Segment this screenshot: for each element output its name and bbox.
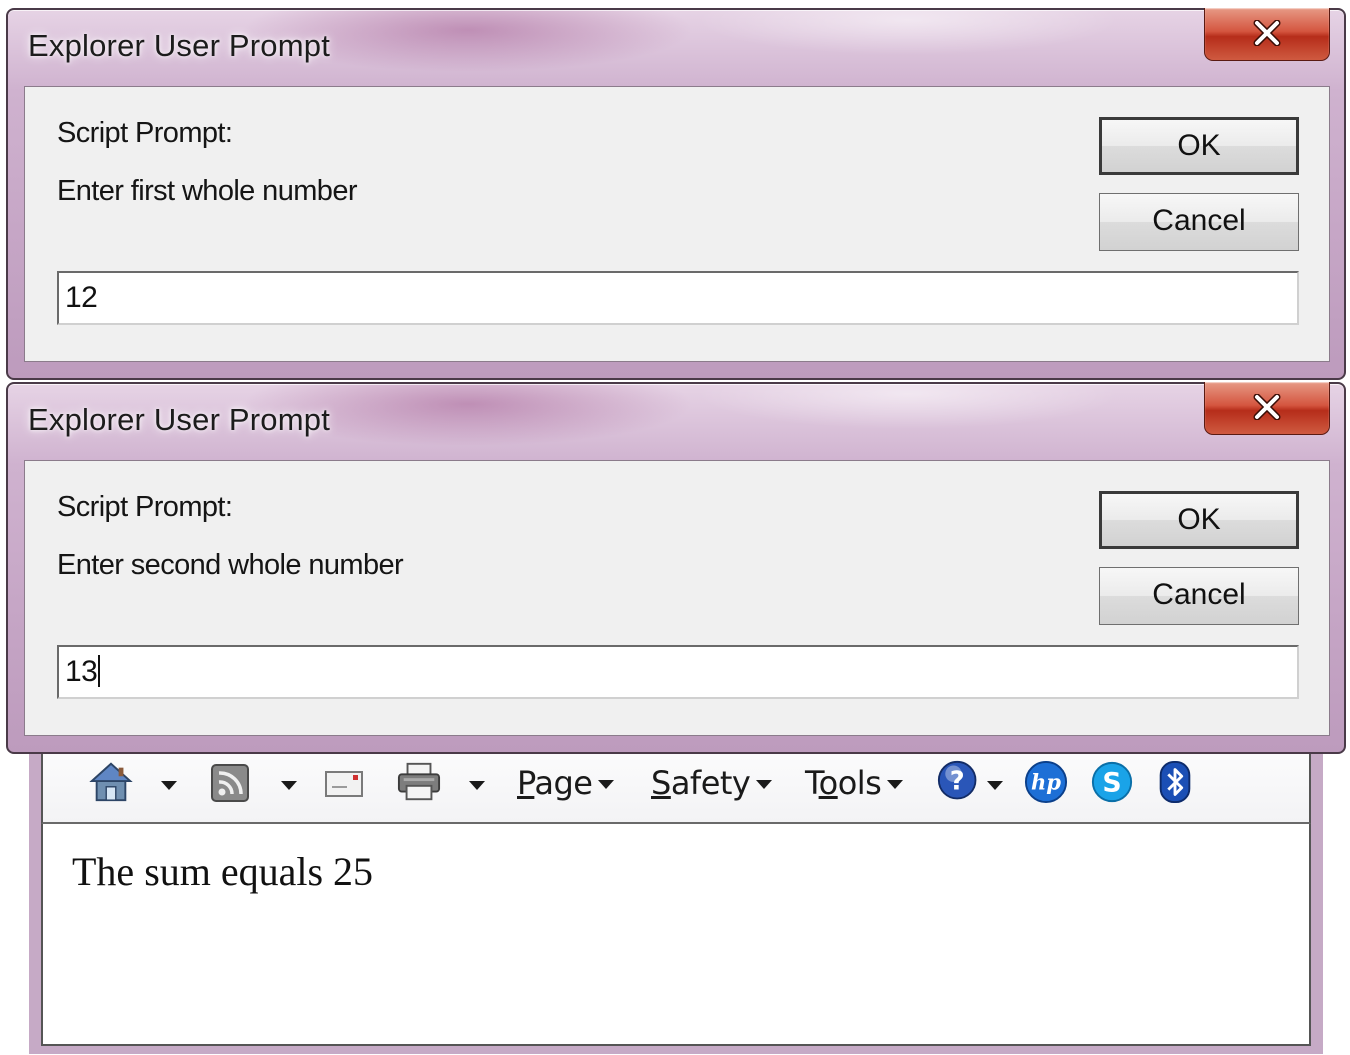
page-content: The sum equals 25 [41,824,1311,1046]
safety-menu[interactable]: Safety [651,764,773,802]
prompt-input[interactable]: 13 [57,645,1299,699]
prompt-message: Enter second whole number [57,549,404,581]
ok-button[interactable]: OK [1099,491,1299,549]
dialog-title: Explorer User Prompt [28,402,331,437]
prompt-input-value: 12 [65,281,98,314]
svg-text:S: S [1102,768,1121,799]
close-button[interactable] [1204,8,1330,61]
tools-menu-label-start: T [805,764,819,802]
page-menu[interactable]: Page [517,764,615,802]
chevron-down-icon [598,780,615,789]
print-icon[interactable] [395,760,443,804]
hp-icon[interactable]: hp [1023,760,1069,804]
help-icon[interactable]: ? [935,760,983,804]
browser-window: Page Safety Tools ? hp S The sum equals … [29,724,1323,1054]
tools-menu[interactable]: Tools [805,764,904,802]
bluetooth-icon[interactable] [1157,760,1193,804]
ok-button[interactable]: OK [1099,117,1299,175]
sum-output-text: The sum equals 25 [72,849,374,894]
page-menu-label: age [534,764,593,802]
safety-menu-accelerator: S [651,764,671,802]
rss-feeds-icon[interactable] [209,760,253,804]
skype-icon[interactable]: S [1089,760,1135,804]
chevron-down-icon [756,780,773,789]
safety-menu-label: afety [670,764,751,802]
text-caret [98,655,101,687]
svg-text:hp: hp [1031,770,1061,795]
page-menu-accelerator: P [517,764,535,802]
dialog-title: Explorer User Prompt [28,28,331,63]
dialog-body: Script Prompt: Enter second whole number… [24,460,1330,736]
prompt-dialog-second: Explorer User Prompt Script Prompt: Ente… [6,382,1346,754]
help-dropdown-arrow[interactable] [987,781,1003,790]
prompt-dialog-first: Explorer User Prompt Script Prompt: Ente… [6,8,1346,380]
read-mail-icon[interactable] [323,760,367,804]
close-icon [1253,394,1281,420]
prompt-input[interactable]: 12 [57,271,1299,325]
home-icon[interactable] [87,760,135,804]
dialog-body: Script Prompt: Enter first whole number … [24,86,1330,362]
script-prompt-label: Script Prompt: [57,117,233,149]
tools-menu-accelerator: o [818,764,839,802]
feeds-dropdown-arrow[interactable] [281,781,297,790]
cancel-button[interactable]: Cancel [1099,193,1299,251]
tools-menu-label-end: ols [837,764,882,802]
chevron-down-icon [887,780,904,789]
svg-text:?: ? [950,766,965,796]
close-button[interactable] [1204,382,1330,435]
print-dropdown-arrow[interactable] [469,781,485,790]
prompt-input-value: 13 [65,655,98,688]
close-icon [1253,20,1281,46]
prompt-message: Enter first whole number [57,175,358,207]
cancel-button[interactable]: Cancel [1099,567,1299,625]
script-prompt-label: Script Prompt: [57,491,233,523]
home-dropdown-arrow[interactable] [161,781,177,790]
